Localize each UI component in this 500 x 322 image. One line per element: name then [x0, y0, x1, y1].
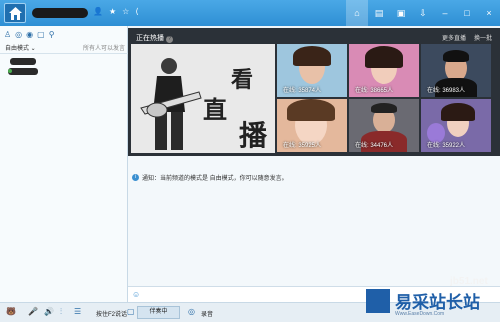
list-icon[interactable]: ▤ [368, 0, 390, 26]
viewer-count: 在线: 38665人 [355, 88, 394, 94]
live-tile[interactable]: 在线: 35874人 [277, 44, 347, 97]
mixer-icon[interactable]: ⫶ [60, 307, 62, 317]
audio-settings-icon[interactable]: ☰ [74, 307, 81, 316]
title-bar: 👤 ★ ☆ ⟨ ⌂ ▤ ▣ ⇩ – □ × [0, 0, 500, 26]
accompany-button[interactable]: 伴奏中 [137, 306, 180, 319]
mic-icon[interactable]: 🎤 [28, 307, 38, 316]
channel-root-redacted[interactable] [10, 58, 36, 65]
maximize-icon[interactable]: □ [456, 0, 478, 26]
viewer-count: 在线: 35922人 [427, 143, 466, 149]
banner-char-2: 直 [203, 95, 227, 124]
viewer-count: 在线: 36983人 [427, 88, 466, 94]
notice-text: 通知：当前频道的模式是 自由模式，你可以随意发言。 [142, 176, 288, 182]
hot-broadcast-panel: 正在热播? 更多直播 换一批 看 直 播 在线: 35874人 在线: 3866… [128, 28, 500, 156]
watermark: 易采站长站 Www.EaseDown.Com [362, 285, 500, 322]
emoji-icon[interactable]: ☺ [132, 290, 140, 299]
accompany-icon[interactable]: ▢ [127, 307, 135, 316]
person-icon[interactable]: 👤 [93, 7, 103, 16]
live-tile[interactable]: 在线: 34476人 [349, 99, 419, 152]
search-icon[interactable]: ⚲ [49, 30, 55, 39]
online-status-icon [8, 69, 12, 73]
location-icon[interactable]: ◉ [26, 30, 33, 39]
watermark-sub: Www.EaseDown.Com [395, 311, 445, 317]
member-item-redacted[interactable] [8, 68, 38, 75]
live-tile[interactable]: 在线: 35925人 [277, 99, 347, 152]
refresh-link[interactable]: 换一批 [474, 33, 492, 42]
watermark-brand: 易采站长站 [395, 293, 480, 312]
viewer-count: 在线: 34476人 [355, 143, 394, 149]
app-logo-icon[interactable] [4, 3, 26, 23]
push-to-talk-label[interactable]: 按住F2说话 [96, 309, 127, 318]
watermark-logo-icon [366, 289, 390, 313]
avatar[interactable]: 🐻 [6, 307, 16, 316]
star-outline-icon[interactable]: ☆ [122, 7, 129, 16]
home-icon[interactable]: ⌂ [346, 0, 368, 26]
banner-char-1: 看 [231, 67, 254, 93]
members-icon[interactable]: ♙ [4, 30, 11, 39]
divider [0, 53, 128, 54]
channel-icon[interactable]: ◎ [15, 30, 22, 39]
gift-icon[interactable]: ▣ [390, 0, 412, 26]
member-panel: ♙ ◎ ◉ ▢ ⚲ 自由模式 ⌄ 所有人可以发言 [0, 26, 128, 302]
close-icon[interactable]: × [478, 0, 500, 26]
download-icon[interactable]: ⇩ [412, 0, 434, 26]
speaker-icon[interactable]: 🔊 [44, 307, 54, 316]
help-icon[interactable]: ? [166, 36, 173, 43]
chat-area: i 通知：当前频道的模式是 自由模式，你可以随意发言。 [128, 156, 500, 286]
guitarist-figure [140, 58, 202, 150]
share-icon[interactable]: ⟨ [135, 7, 138, 16]
mode-hint: 所有人可以发言 [82, 46, 125, 52]
folder-icon[interactable]: ▢ [37, 30, 45, 39]
live-tile[interactable]: 在线: 35922人 [421, 99, 491, 152]
more-live-link[interactable]: 更多直播 [442, 33, 466, 42]
viewer-count: 在线: 35925人 [283, 143, 322, 149]
mode-select[interactable]: 自由模式 ⌄ [5, 46, 36, 52]
record-icon[interactable]: ◎ [188, 307, 195, 316]
info-icon: i [132, 174, 139, 181]
live-tile[interactable]: 在线: 36983人 [421, 44, 491, 97]
featured-banner[interactable]: 看 直 播 [131, 44, 275, 153]
banner-char-3: 播 [239, 119, 268, 152]
hot-title: 正在热播 [136, 35, 164, 42]
minimize-icon[interactable]: – [434, 0, 456, 26]
star-icon[interactable]: ★ [109, 7, 116, 16]
live-tile[interactable]: 在线: 38665人 [349, 44, 419, 97]
record-button[interactable]: 录音 [201, 309, 213, 318]
viewer-count: 在线: 35874人 [283, 88, 322, 94]
channel-name-redacted [32, 8, 88, 18]
